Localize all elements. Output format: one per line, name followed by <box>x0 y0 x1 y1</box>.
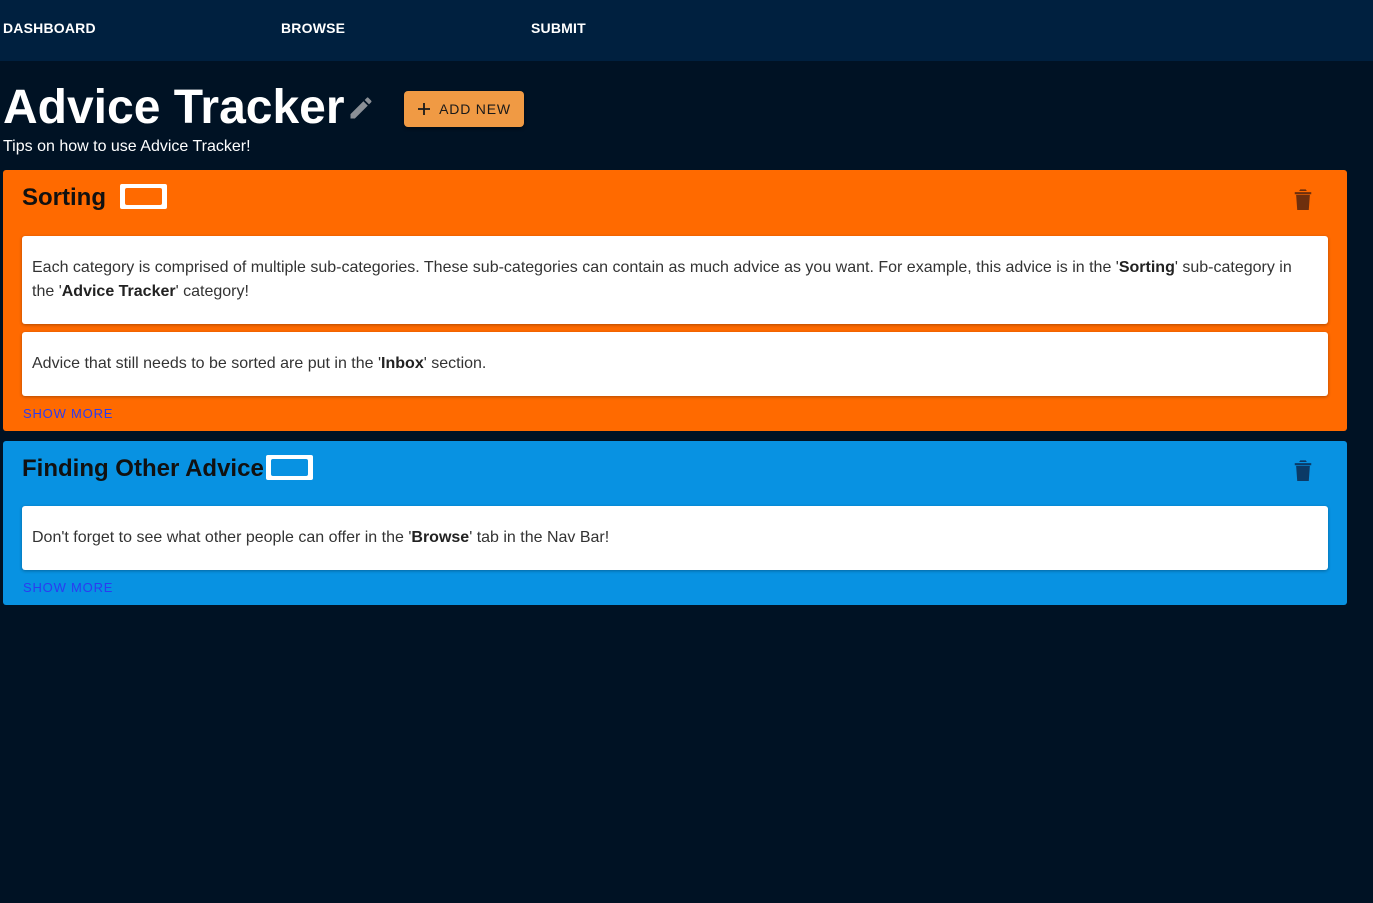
category-title: Sorting <box>22 184 106 211</box>
page-title: Advice Tracker <box>3 81 345 134</box>
add-new-button[interactable]: ADD NEW <box>404 91 524 127</box>
category-color-picker[interactable] <box>120 184 167 209</box>
category-color-preview <box>271 459 308 476</box>
advice-text: Each category is comprised of multiple s… <box>32 259 1119 276</box>
advice-card[interactable]: Don't forget to see what other people ca… <box>22 506 1328 570</box>
nav-item-submit[interactable]: SUBMIT <box>531 20 586 36</box>
pencil-icon <box>350 97 372 119</box>
delete-category-button[interactable] <box>1293 188 1313 210</box>
navbar: DASHBOARD BROWSE SUBMIT <box>0 0 1373 61</box>
category-card: Sorting Each category is comprised of mu… <box>3 170 1347 431</box>
add-new-label: ADD NEW <box>439 101 511 117</box>
advice-text: Advice that still needs to be sorted are… <box>32 355 382 372</box>
advice-card[interactable]: Advice that still needs to be sorted are… <box>22 332 1328 396</box>
advice-text: ' tab in the Nav Bar! <box>469 529 610 546</box>
advice-bold-text: Browse <box>411 529 470 546</box>
plus-icon <box>418 103 431 115</box>
page-subtitle: Tips on how to use Advice Tracker! <box>3 138 251 155</box>
category-card: Finding Other Advice Don't forget to see… <box>3 441 1347 605</box>
advice-bold-text: Inbox <box>381 355 424 372</box>
advice-text: ' section. <box>423 355 487 372</box>
advice-bold-text: Advice Tracker <box>61 283 176 300</box>
advice-bold-text: Sorting <box>1118 259 1175 276</box>
advice-text: ' category! <box>175 283 249 300</box>
nav-item-browse[interactable]: BROWSE <box>281 20 345 36</box>
trash-icon <box>1294 460 1312 481</box>
show-more-link[interactable]: SHOW MORE <box>23 580 113 595</box>
category-title: Finding Other Advice <box>22 455 264 482</box>
edit-title-button[interactable] <box>347 94 375 122</box>
trash-icon <box>1294 189 1312 210</box>
advice-card[interactable]: Each category is comprised of multiple s… <box>22 236 1328 324</box>
show-more-link[interactable]: SHOW MORE <box>23 406 113 421</box>
nav-item-dashboard[interactable]: DASHBOARD <box>3 20 96 36</box>
category-color-picker[interactable] <box>266 455 313 480</box>
advice-text: Don't forget to see what other people ca… <box>32 529 412 546</box>
category-color-preview <box>125 188 162 205</box>
delete-category-button[interactable] <box>1293 459 1313 481</box>
